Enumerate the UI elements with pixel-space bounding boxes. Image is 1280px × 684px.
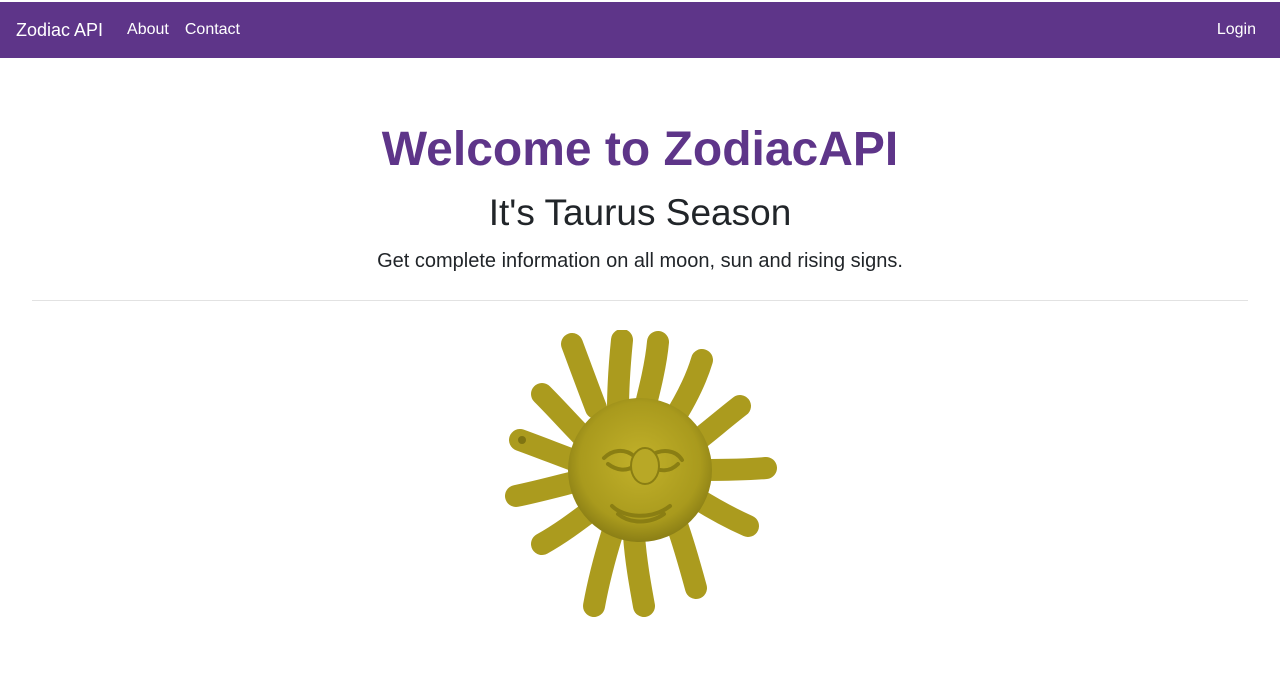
top-navbar: Zodiac API About Contact Login [0, 2, 1280, 58]
season-subtitle: It's Taurus Season [488, 192, 792, 233]
nav-link-about[interactable]: About [127, 21, 169, 39]
page-title: Welcome to ZodiacAPI [381, 123, 899, 176]
sun-icon [505, 330, 777, 617]
section-divider [32, 300, 1248, 301]
lead-text: Get complete information on all moon, su… [377, 250, 903, 272]
nav-link-contact[interactable]: Contact [185, 21, 240, 39]
login-link[interactable]: Login [1217, 21, 1256, 39]
brand-link[interactable]: Zodiac API [16, 20, 103, 41]
